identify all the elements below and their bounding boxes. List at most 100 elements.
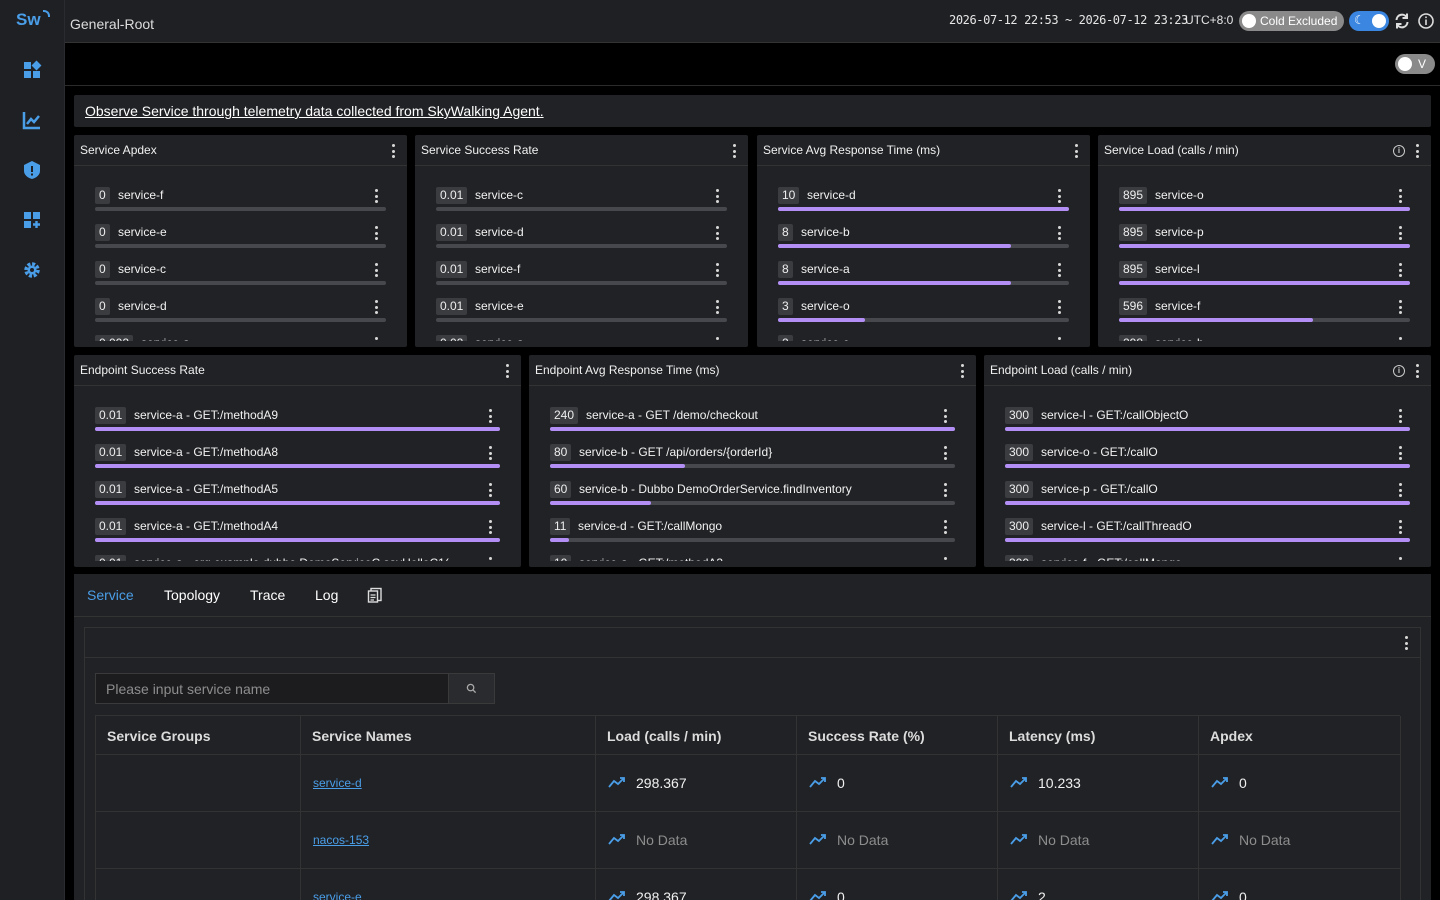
item-menu-icon[interactable] (715, 263, 719, 277)
trend-chart-icon[interactable] (1010, 832, 1028, 848)
item-menu-icon[interactable] (1398, 337, 1402, 341)
time-range-picker[interactable]: 2026-07-12 22:53 ~ 2026-07-12 23:23 (949, 13, 1188, 27)
widget-menu-icon[interactable] (391, 144, 395, 158)
metric-value[interactable]: 2 (1010, 889, 1046, 900)
item-menu-icon[interactable] (1398, 300, 1402, 314)
list-item[interactable]: 11 service-d - GET:/callMongo (550, 518, 955, 555)
search-button[interactable] (448, 673, 495, 704)
item-menu-icon[interactable] (715, 189, 719, 203)
metric-value[interactable]: No Data (809, 832, 888, 848)
metric-value[interactable]: 298.367 (608, 775, 687, 791)
metric-value[interactable]: 0 (809, 775, 845, 791)
description-link[interactable]: Observe Service through telemetry data c… (85, 103, 544, 119)
service-link[interactable]: service-d (313, 776, 362, 790)
list-item[interactable]: 300 service-o - GET:/callO (1005, 444, 1410, 481)
item-menu-icon[interactable] (715, 337, 719, 341)
trend-chart-icon[interactable] (608, 775, 626, 791)
trend-chart-icon[interactable] (1211, 832, 1229, 848)
trend-chart-icon[interactable] (809, 775, 827, 791)
item-menu-icon[interactable] (1398, 409, 1402, 423)
item-menu-icon[interactable] (374, 189, 378, 203)
list-item[interactable]: 0.01 service-c (436, 187, 727, 224)
item-menu-icon[interactable] (943, 557, 947, 561)
trend-chart-icon[interactable] (1010, 889, 1028, 900)
copy-document-icon[interactable] (367, 587, 383, 603)
alert-shield-icon[interactable] (20, 158, 44, 182)
list-item[interactable]: 300 service-p - GET:/callO (1005, 481, 1410, 518)
column-service-names[interactable]: Service Names (301, 716, 596, 756)
metric-value[interactable]: 0 (1211, 889, 1247, 900)
metric-value[interactable]: 0 (809, 889, 845, 900)
list-item[interactable]: 2 service-c (778, 335, 1069, 341)
item-menu-icon[interactable] (715, 300, 719, 314)
item-menu-icon[interactable] (488, 483, 492, 497)
list-item[interactable]: 80 service-b - GET /api/orders/{orderId} (550, 444, 955, 481)
list-item[interactable]: 0 service-f (95, 187, 386, 224)
list-item[interactable]: 0.01 service-a - org.example.dubbo.DemoSe… (95, 555, 500, 561)
item-menu-icon[interactable] (1398, 557, 1402, 561)
list-item[interactable]: 0 service-e (95, 224, 386, 261)
search-field[interactable] (95, 673, 449, 704)
item-menu-icon[interactable] (488, 557, 492, 561)
column-apdex[interactable]: Apdex (1199, 716, 1401, 756)
item-menu-icon[interactable] (1398, 483, 1402, 497)
trend-chart-icon[interactable] (1211, 775, 1229, 791)
item-menu-icon[interactable] (943, 483, 947, 497)
edit-mode-toggle[interactable]: V (1395, 54, 1435, 74)
metric-value[interactable]: No Data (608, 832, 687, 848)
theme-toggle[interactable]: ☾ (1349, 11, 1389, 31)
list-item[interactable]: 8 service-a (778, 261, 1069, 298)
refresh-icon[interactable] (1393, 12, 1411, 30)
service-link[interactable]: nacos-153 (313, 833, 369, 847)
column-service-groups[interactable]: Service Groups (96, 716, 301, 756)
item-menu-icon[interactable] (715, 226, 719, 240)
cold-excluded-toggle[interactable]: Cold Excluded (1239, 11, 1344, 31)
item-menu-icon[interactable] (374, 263, 378, 277)
widget-menu-icon[interactable] (960, 364, 964, 378)
list-item[interactable]: 0.01 service-a - GET:/methodA8 (95, 444, 500, 481)
list-item[interactable]: 0.01 service-a - GET:/methodA5 (95, 481, 500, 518)
list-item[interactable]: 10 service-a - GET:/methodA3 (550, 555, 955, 561)
metric-value[interactable]: 298.367 (608, 889, 687, 900)
list-item[interactable]: 0.02 service-a (436, 335, 727, 341)
item-menu-icon[interactable] (488, 409, 492, 423)
trend-chart-icon[interactable] (1010, 775, 1028, 791)
tab-trace[interactable]: Trace (250, 587, 285, 603)
list-item[interactable]: 0.002 service-a (95, 335, 386, 341)
item-menu-icon[interactable] (488, 520, 492, 534)
trend-chart-icon[interactable] (809, 889, 827, 900)
skywalking-logo[interactable]: Sw (16, 10, 50, 32)
item-menu-icon[interactable] (943, 409, 947, 423)
list-item[interactable]: 0.01 service-f (436, 261, 727, 298)
list-item[interactable]: 300 service-f - GET:/callMongo (1005, 555, 1410, 561)
column-load[interactable]: Load (calls / min) (596, 716, 797, 756)
widget-menu-icon[interactable] (732, 144, 736, 158)
metric-value[interactable]: No Data (1010, 832, 1089, 848)
item-menu-icon[interactable] (488, 446, 492, 460)
item-menu-icon[interactable] (1398, 263, 1402, 277)
list-item[interactable]: 300 service-l - GET:/callThreadO (1005, 518, 1410, 555)
settings-gear-icon[interactable] (20, 258, 44, 282)
item-menu-icon[interactable] (1398, 189, 1402, 203)
list-item[interactable]: 3 service-o (778, 298, 1069, 335)
tab-topology[interactable]: Topology (164, 587, 220, 603)
metric-value[interactable]: 10.233 (1010, 775, 1081, 791)
item-menu-icon[interactable] (1398, 226, 1402, 240)
item-menu-icon[interactable] (1057, 337, 1061, 341)
item-menu-icon[interactable] (943, 520, 947, 534)
list-item[interactable]: 8 service-b (778, 224, 1069, 261)
list-item[interactable]: 0 service-d (95, 298, 386, 335)
dashboard-chart-icon[interactable] (20, 108, 44, 132)
item-menu-icon[interactable] (374, 300, 378, 314)
timezone-label[interactable]: UTC+8:0 (1185, 13, 1233, 27)
list-item[interactable]: 0.01 service-a - GET:/methodA4 (95, 518, 500, 555)
list-item[interactable]: 0 service-c (95, 261, 386, 298)
list-item[interactable]: 0.01 service-e (436, 298, 727, 335)
service-link[interactable]: service-e (313, 890, 362, 900)
list-item[interactable]: 0.01 service-d (436, 224, 727, 261)
metric-value[interactable]: 0 (1211, 775, 1247, 791)
column-success-rate[interactable]: Success Rate (%) (797, 716, 998, 756)
item-menu-icon[interactable] (1057, 189, 1061, 203)
widget-menu-icon[interactable] (1074, 144, 1078, 158)
item-menu-icon[interactable] (943, 446, 947, 460)
